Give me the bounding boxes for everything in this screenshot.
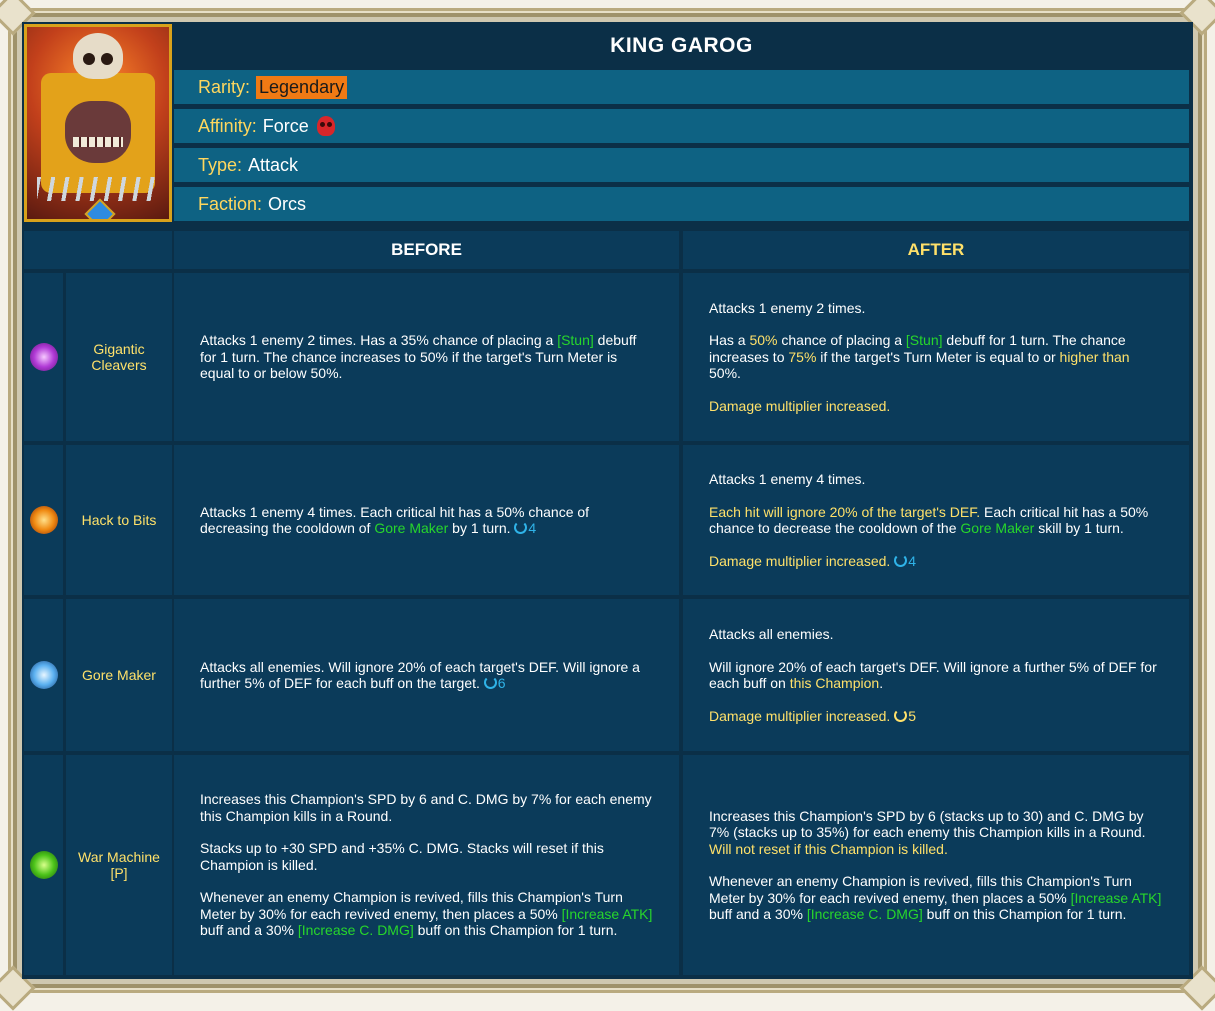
- skill-after-text: Increases this Champion's SPD by 6 (stac…: [683, 755, 1189, 975]
- faction-row: Faction: Orcs: [174, 185, 1189, 221]
- skill-before-text: Attacks all enemies. Will ignore 20% of …: [174, 599, 679, 751]
- header-blank: [24, 231, 172, 269]
- skill-name: Gore Maker: [66, 599, 172, 751]
- champion-card: KING GAROG Rarity: Legendary Affinity: F…: [22, 22, 1193, 979]
- faction-value: Orcs: [268, 193, 307, 214]
- skill-after-text: Attacks 1 enemy 2 times. Has a 50% chanc…: [683, 273, 1189, 441]
- cooldown-icon: 6: [483, 675, 506, 691]
- skill-before-text: Attacks 1 enemy 4 times. Each critical h…: [174, 445, 679, 595]
- column-header-after: AFTER: [683, 231, 1189, 269]
- fire-axe-icon: [29, 506, 58, 534]
- champion-name: KING GAROG: [174, 24, 1189, 68]
- rarity-value: Legendary: [256, 75, 348, 99]
- cooldown-icon: 4: [514, 520, 536, 536]
- rarity-label: Rarity:: [198, 76, 251, 97]
- skill-icon-cell: [24, 445, 63, 595]
- ice-claw-icon: [29, 661, 58, 689]
- skill-icon-cell: [24, 273, 63, 441]
- cooldown-icon: 5: [894, 708, 916, 724]
- faction-label: Faction:: [198, 193, 263, 214]
- affinity-row: Affinity: Force: [174, 107, 1189, 143]
- skill-after-text: Attacks 1 enemy 4 times. Each hit will i…: [683, 445, 1189, 595]
- affinity-label: Affinity:: [198, 115, 257, 136]
- skill-before-text: Increases this Champion's SPD by 6 and C…: [174, 755, 679, 975]
- type-value: Attack: [248, 154, 299, 175]
- rarity-row: Rarity: Legendary: [174, 68, 1189, 104]
- champion-portrait: [24, 24, 172, 222]
- skill-name: Gigantic Cleavers: [66, 273, 172, 441]
- column-header-before: BEFORE: [174, 231, 679, 269]
- force-skull-icon: [316, 116, 335, 136]
- skill-before-text: Attacks 1 enemy 2 times. Has a 35% chanc…: [174, 273, 679, 441]
- cooldown-icon: 4: [894, 553, 916, 569]
- purple-cleaver-icon: [29, 343, 58, 371]
- type-row: Type: Attack: [174, 146, 1189, 182]
- skill-after-text: Attacks all enemies. Will ignore 20% of …: [683, 599, 1189, 751]
- skill-icon-cell: [24, 755, 63, 975]
- affinity-value: Force: [262, 115, 309, 136]
- war-machine-icon: [29, 851, 58, 879]
- skill-name: Hack to Bits: [66, 445, 172, 595]
- type-label: Type:: [198, 154, 243, 175]
- skill-icon-cell: [24, 599, 63, 751]
- skill-name: War Machine [P]: [66, 755, 172, 975]
